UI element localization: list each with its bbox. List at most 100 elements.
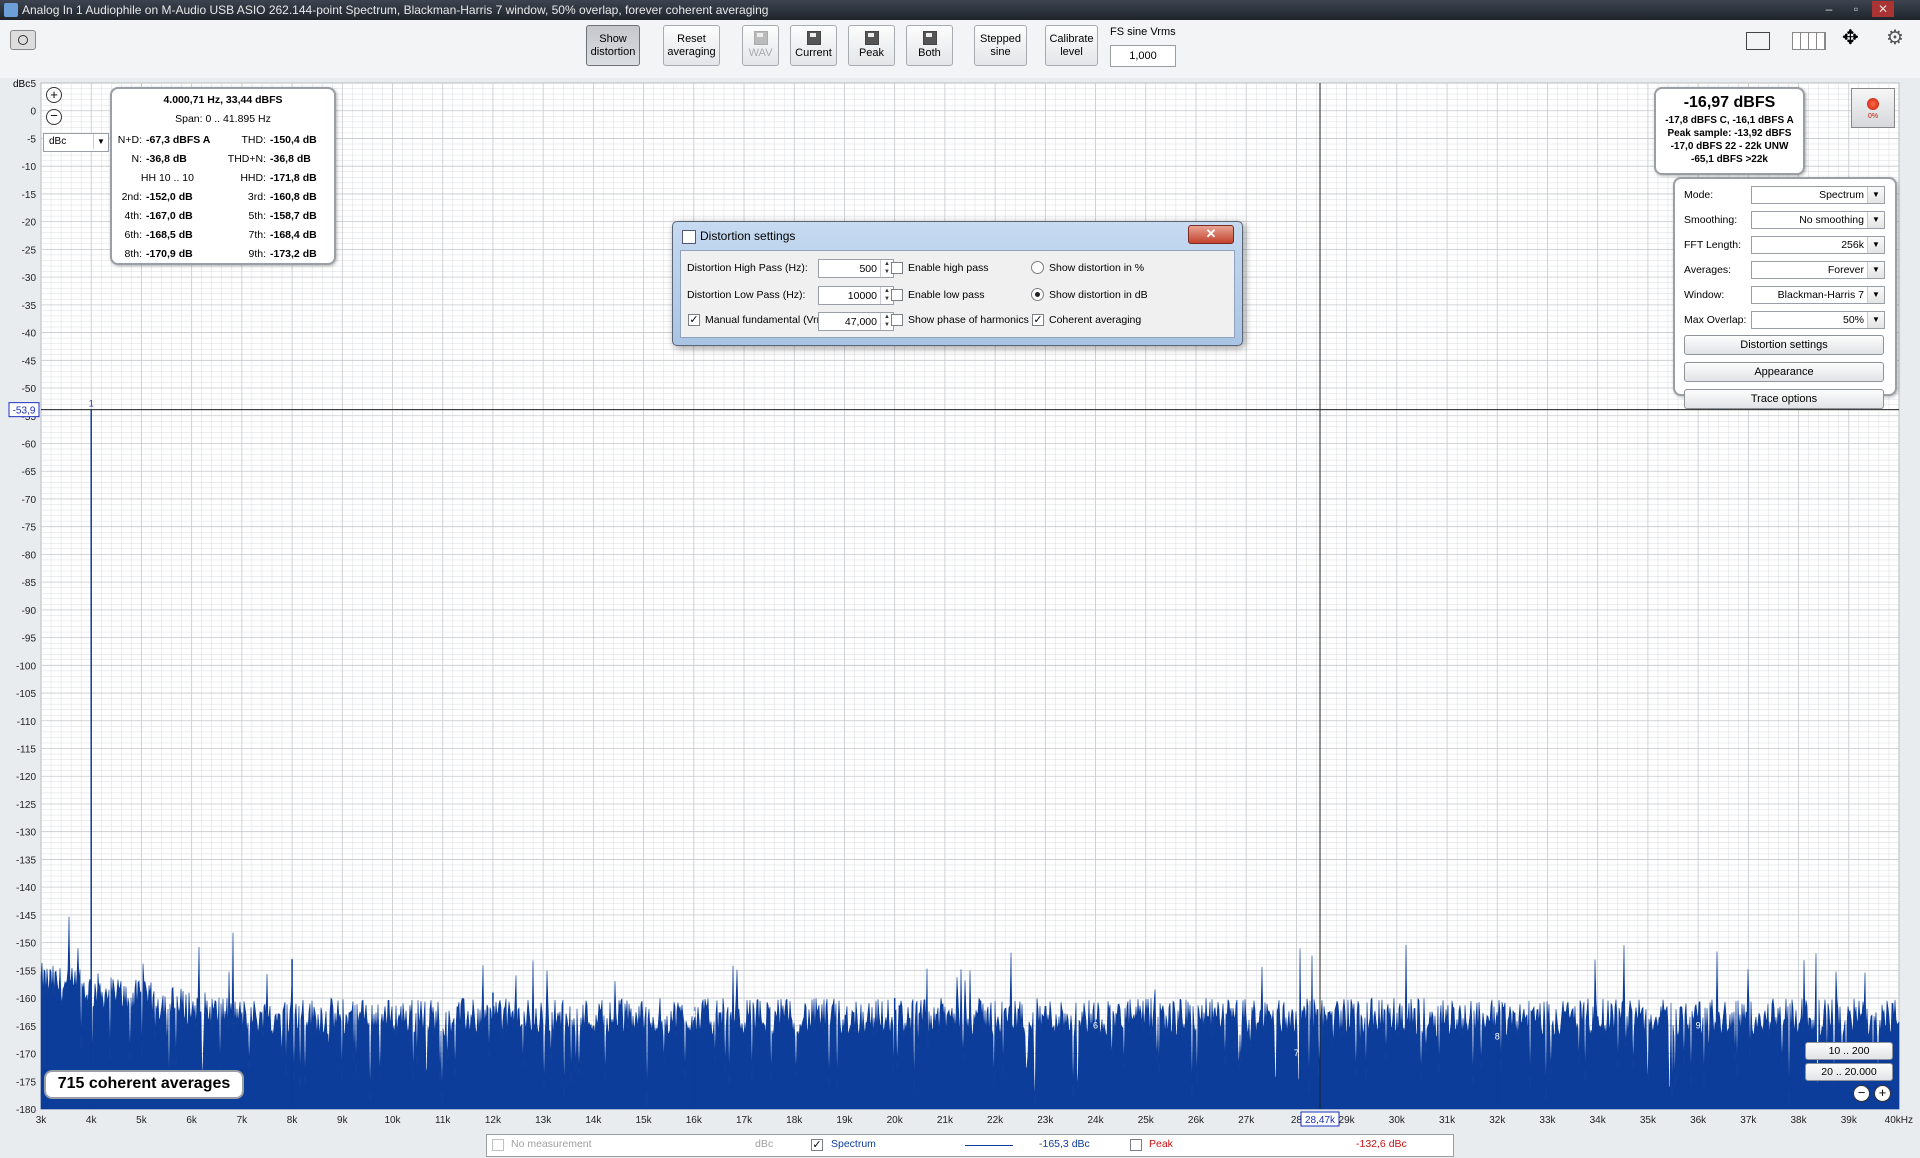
window-label: Window:: [1684, 289, 1725, 301]
peak-checkbox[interactable]: [1130, 1139, 1142, 1151]
record-button[interactable]: 0%: [1851, 88, 1895, 128]
reset-averaging-button[interactable]: Reset averaging: [663, 25, 720, 66]
harmonic-marker-label: 6: [1093, 1020, 1098, 1030]
wav-button[interactable]: WAV: [742, 25, 779, 66]
y-tick-label: -60: [22, 439, 37, 450]
x-tick-label: 39k: [1841, 1115, 1858, 1126]
averages-label: Averages:: [1684, 264, 1732, 276]
x-tick-label: 38k: [1791, 1115, 1808, 1126]
no-measurement-unit: dBc: [755, 1138, 774, 1150]
y-tick-label: -50: [22, 384, 37, 395]
harmonic-marker-label: 7: [1294, 1048, 1299, 1058]
x-tick-label: 24k: [1087, 1115, 1104, 1126]
minimize-button[interactable]: –: [1818, 1, 1840, 17]
spectrum-checkbox[interactable]: ✓: [811, 1139, 823, 1151]
camera-icon[interactable]: [10, 30, 36, 50]
zoom-20-20000-button[interactable]: 20 .. 20.000: [1805, 1063, 1893, 1081]
zoom-10-200-button[interactable]: 10 .. 200: [1805, 1042, 1893, 1060]
window-value: Blackman-Harris 7: [1777, 289, 1864, 301]
distortion-settings-button[interactable]: Distortion settings: [1684, 335, 1884, 355]
maximize-button[interactable]: ▫: [1845, 1, 1867, 17]
y-tick-label: -160: [16, 994, 36, 1005]
window-titlebar: Analog In 1 Audiophile on M-Audio USB AS…: [0, 0, 1920, 20]
spectrum-value: -165,3 dBc: [1039, 1138, 1090, 1150]
level-main-readout: -16,97 dBFS: [1683, 94, 1776, 111]
window-select[interactable]: Blackman-Harris 7 ▼: [1751, 286, 1885, 304]
show-percent-label: Show distortion in %: [1049, 262, 1145, 274]
both-button[interactable]: Both: [906, 25, 953, 66]
layout-single-icon[interactable]: [1746, 32, 1770, 50]
y-tick-label: -10: [22, 162, 37, 173]
x-zoom-out-icon[interactable]: −: [1853, 1085, 1870, 1102]
show-percent-radio[interactable]: [1031, 261, 1044, 274]
distortion-value: -171,8 dB: [270, 172, 317, 184]
max-overlap-select[interactable]: 50% ▼: [1751, 311, 1885, 329]
coherent-averaging-checkbox[interactable]: ✓: [1032, 314, 1044, 326]
trace-options-button[interactable]: Trace options: [1684, 389, 1884, 409]
high-pass-input[interactable]: 500 ▲ ▼: [818, 259, 894, 278]
smoothing-select[interactable]: No smoothing ▼: [1751, 211, 1885, 229]
x-tick-label: 36k: [1690, 1115, 1707, 1126]
reset-averaging-line2: averaging: [667, 45, 716, 58]
mode-label: Mode:: [1684, 189, 1714, 201]
mode-value: Spectrum: [1819, 189, 1864, 201]
layout-split-icon[interactable]: [1792, 32, 1826, 50]
x-tick-label: 13k: [535, 1115, 552, 1126]
enable-low-pass-label: Enable low pass: [908, 289, 985, 301]
legend-box: No measurement dBc ✓ Spectrum -165,3 dBc…: [486, 1134, 1454, 1157]
mode-select[interactable]: Spectrum ▼: [1751, 186, 1885, 204]
x-tick-label: 7k: [237, 1115, 249, 1126]
distortion-value: -173,2 dB: [270, 248, 317, 260]
gear-icon[interactable]: ⚙: [1886, 28, 1904, 48]
show-phase-checkbox[interactable]: [891, 314, 903, 326]
calibrate-level-button[interactable]: Calibrate level: [1045, 25, 1098, 66]
distortion-label: HHD:: [240, 172, 266, 184]
show-db-radio[interactable]: [1031, 288, 1044, 301]
toolbar: Show distortion Reset averaging WAV Curr…: [0, 20, 1920, 79]
both-label: Both: [918, 47, 941, 59]
distortion-label: 6th:: [124, 229, 142, 241]
manual-fundamental-input[interactable]: 47,000 ▲ ▼: [818, 312, 894, 331]
x-tick-label: 31k: [1439, 1115, 1456, 1126]
y-tick-label: -155: [16, 966, 36, 977]
peak-legend-label: Peak: [1149, 1138, 1173, 1150]
fft-length-select[interactable]: 256k ▼: [1751, 236, 1885, 254]
y-unit-select[interactable]: dBc ▼: [43, 133, 109, 152]
dialog-title: Distortion settings: [700, 229, 796, 243]
low-pass-input[interactable]: 10000 ▲ ▼: [818, 286, 894, 305]
peak-save-icon: [864, 31, 879, 45]
show-distortion-button[interactable]: Show distortion: [586, 25, 640, 66]
averages-select[interactable]: Forever ▼: [1751, 261, 1885, 279]
x-zoom-in-icon[interactable]: +: [1874, 1085, 1891, 1102]
distortion-value: -160,8 dB: [270, 191, 317, 203]
peak-button[interactable]: Peak: [848, 25, 895, 66]
current-button[interactable]: Current: [790, 25, 837, 66]
enable-low-pass-checkbox[interactable]: [891, 289, 903, 301]
close-window-button[interactable]: ✕: [1872, 1, 1894, 17]
distortion-label: 5th:: [248, 210, 266, 222]
appearance-button[interactable]: Appearance: [1684, 362, 1884, 382]
max-overlap-value: 50%: [1842, 314, 1864, 326]
harmonic-marker-label: 4: [691, 1009, 696, 1019]
stepped-sine-button[interactable]: Stepped sine: [974, 25, 1027, 66]
y-tick-label: -165: [16, 1022, 36, 1033]
enable-high-pass-checkbox[interactable]: [891, 262, 903, 274]
manual-fundamental-checkbox[interactable]: ✓: [688, 314, 700, 326]
both-save-icon: [922, 31, 937, 45]
distortion-label: HH 10 .. 10: [140, 172, 194, 184]
x-tick-label: 4k: [86, 1115, 98, 1126]
averages-value: Forever: [1827, 264, 1864, 276]
x-tick-label: 14k: [585, 1115, 602, 1126]
zoom-fit-icon[interactable]: ✥: [1842, 28, 1859, 48]
zoom-in-icon[interactable]: +: [46, 87, 62, 103]
zoom-out-icon[interactable]: −: [46, 109, 62, 125]
y-tick-label: -115: [17, 745, 37, 756]
dialog-close-button[interactable]: ✕: [1188, 225, 1234, 244]
fs-sine-input[interactable]: 1,000: [1110, 45, 1176, 67]
x-tick-label: 35k: [1640, 1115, 1657, 1126]
y-tick-label: -150: [16, 939, 36, 950]
no-measurement-checkbox[interactable]: [492, 1139, 504, 1151]
y-tick-label: -125: [16, 800, 36, 811]
y-tick-label: -120: [16, 772, 36, 783]
y-tick-label: -75: [22, 523, 37, 534]
